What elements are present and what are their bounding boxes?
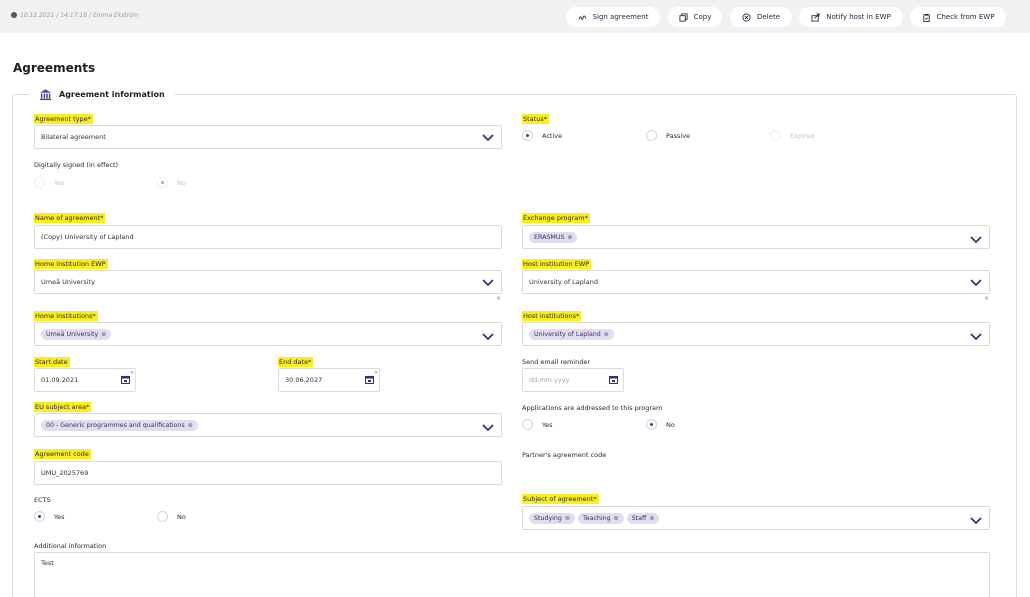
subject-of-agreement-select[interactable]: Studying ⊗ Teaching ⊗ Staff ⊗	[522, 506, 990, 530]
chevron-down-icon	[482, 424, 494, 432]
calendar-icon[interactable]	[609, 375, 618, 384]
chip: Umeå University ⊗	[41, 328, 112, 340]
chevron-down-icon	[482, 134, 494, 142]
chevron-down-icon	[970, 333, 982, 341]
clipboard-icon	[922, 13, 930, 22]
calendar-icon[interactable]	[121, 375, 130, 384]
clock-icon	[11, 12, 17, 18]
agreement-type-select[interactable]: Bilateral agreement	[34, 125, 502, 149]
copy-icon	[679, 12, 688, 22]
chip-remove-icon[interactable]: ⊗	[565, 515, 570, 522]
check-from-ewp-button[interactable]: Check from EWP	[910, 7, 1006, 27]
chip: ERASMUS ⊗	[529, 231, 578, 243]
home-institution-ewp-select[interactable]: Umeå University	[34, 270, 502, 294]
ects-radio-yes[interactable]: Yes	[34, 511, 65, 522]
clear-icon[interactable]: ×	[130, 370, 134, 376]
agreement-code-input[interactable]: UMU_2025769	[34, 461, 502, 485]
chip-remove-icon[interactable]: ⊗	[649, 515, 654, 522]
chip: 00 - Generic programmes and qualificatio…	[41, 419, 198, 431]
chevron-down-icon	[970, 236, 982, 244]
applications-radio-no[interactable]: No	[646, 419, 675, 430]
record-meta: 10.12.2021 / 14:17:18 / Emma Ekström	[11, 12, 139, 19]
email-reminder-input[interactable]: dd.mm.yyyy	[522, 368, 624, 392]
chip: Studying ⊗	[529, 512, 575, 524]
delete-circle-icon	[742, 12, 751, 22]
eu-subject-area-select[interactable]: 00 - Generic programmes and qualificatio…	[34, 413, 502, 437]
start-date-label: Start date	[34, 357, 70, 367]
end-date-label: End date*	[278, 357, 314, 367]
agreement-code-label: Agreement code	[34, 449, 91, 459]
sign-agreement-button[interactable]: Sign agreement	[566, 7, 660, 27]
record-meta-text: 10.12.2021 / 14:17:18 / Emma Ekström	[20, 12, 139, 19]
partner-code-label: Partner's agreement code	[522, 451, 607, 459]
status-radio-passive[interactable]: Passive	[646, 130, 690, 141]
exchange-program-select[interactable]: ERASMUS ⊗	[522, 225, 990, 249]
chip-remove-icon[interactable]: ⊗	[188, 422, 193, 429]
host-institutions-label: Host institutions*	[522, 311, 582, 321]
digitally-signed-no[interactable]: No	[157, 177, 186, 188]
chevron-down-icon	[970, 517, 982, 525]
subject-of-agreement-label: Subject of agreement*	[522, 494, 599, 504]
home-institutions-label: Home institutions*	[34, 311, 98, 321]
email-reminder-label: Send email reminder	[522, 358, 591, 366]
additional-information-label: Additional information	[34, 542, 107, 550]
digitally-signed-label: Digitally signed (in effect)	[34, 161, 119, 169]
clear-icon[interactable]: ×	[496, 295, 501, 302]
eu-subject-area-label: EU subject area*	[34, 402, 92, 412]
agreement-type-label: Agreement type*	[34, 114, 93, 124]
chip-remove-icon[interactable]: ⊗	[604, 331, 609, 338]
home-institution-ewp-label: Home institution EWP	[34, 259, 108, 269]
chevron-down-icon	[482, 333, 494, 341]
chevron-down-icon	[482, 279, 494, 287]
host-institution-ewp-select[interactable]: University of Lapland	[522, 270, 990, 294]
host-institution-ewp-label: Host institution EWP	[522, 259, 592, 269]
end-date-input[interactable]: 30.06.2027 ×	[278, 368, 380, 392]
clear-icon[interactable]: ×	[984, 295, 989, 302]
share-icon	[811, 12, 820, 22]
host-institutions-select[interactable]: University of Lapland ⊗	[522, 322, 990, 346]
chip-remove-icon[interactable]: ⊗	[567, 234, 572, 241]
home-institutions-select[interactable]: Umeå University ⊗	[34, 322, 502, 346]
ects-radio-no[interactable]: No	[157, 511, 186, 522]
chevron-down-icon	[970, 279, 982, 287]
signature-icon	[578, 15, 587, 20]
digitally-signed-yes[interactable]: Yes	[34, 177, 65, 188]
status-radio-expired[interactable]: Expired	[770, 130, 815, 141]
status-label: Status*	[522, 114, 549, 124]
delete-button[interactable]: Delete	[730, 7, 792, 27]
name-of-agreement-input[interactable]: (Copy) University of Lapland	[34, 225, 502, 249]
start-date-input[interactable]: 01.09.2021 ×	[34, 368, 136, 392]
chip: Staff ⊗	[626, 512, 660, 524]
institution-icon	[39, 88, 52, 100]
section-legend: Agreement information	[29, 87, 175, 101]
applications-label: Applications are addressed to this progr…	[522, 404, 663, 412]
additional-information-textarea[interactable]: Test	[34, 552, 990, 597]
applications-radio-yes[interactable]: Yes	[522, 419, 553, 430]
status-radio-active[interactable]: Active	[522, 130, 562, 141]
exchange-program-label: Exchange program*	[522, 213, 590, 223]
top-bar: 10.12.2021 / 14:17:18 / Emma Ekström Sig…	[0, 0, 1030, 33]
chip-remove-icon[interactable]: ⊗	[614, 515, 619, 522]
name-of-agreement-label: Name of agreement*	[34, 213, 106, 223]
chip: University of Lapland ⊗	[529, 328, 614, 340]
copy-button[interactable]: Copy	[668, 7, 722, 27]
chip: Teaching ⊗	[577, 512, 624, 524]
chip-remove-icon[interactable]: ⊗	[101, 331, 106, 338]
page-title: Agreements	[13, 61, 96, 75]
notify-host-ewp-button[interactable]: Notify host in EWP	[799, 7, 903, 27]
clear-icon[interactable]: ×	[374, 370, 378, 376]
ects-label: ECTS	[34, 496, 51, 504]
calendar-icon[interactable]	[365, 375, 374, 384]
